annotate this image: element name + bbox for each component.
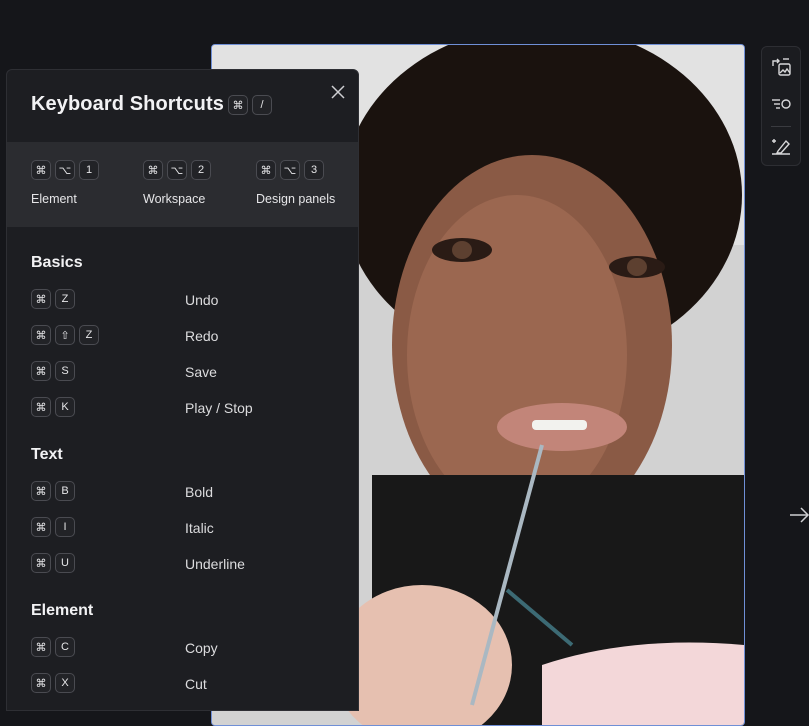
shortcut-row: ⌘ I Italic	[31, 517, 351, 539]
section-title-basics: Basics	[31, 254, 83, 271]
key: ⌥	[280, 160, 300, 180]
close-icon[interactable]	[326, 80, 350, 104]
quick-item-design-panels: ⌘ ⌥ 3 Design panels	[256, 160, 335, 206]
panel-header: Keyboard Shortcuts ⌘ /	[7, 70, 358, 142]
section-title-text: Text	[31, 446, 63, 463]
shortcut-row: ⌘ B Bold	[31, 481, 351, 503]
key: K	[55, 397, 75, 417]
key: ⌥	[167, 160, 187, 180]
quick-label: Design panels	[256, 192, 336, 206]
shortcut-label: Cut	[185, 676, 207, 692]
key: Z	[79, 325, 99, 345]
key: ⌥	[55, 160, 75, 180]
key: Z	[55, 289, 75, 309]
key: 1	[79, 160, 99, 180]
key: S	[55, 361, 75, 381]
title-shortcut-keys: ⌘ /	[228, 95, 272, 115]
key: ⌘	[228, 95, 248, 115]
key: I	[55, 517, 75, 537]
panel-title: Keyboard Shortcuts	[31, 93, 224, 115]
shortcut-row: ⌘ Z Undo	[31, 289, 351, 311]
quick-shortcuts-bar: ⌘ ⌥ 1 Element ⌘ ⌥ 2 Workspace ⌘ ⌥ 3 Desi…	[7, 142, 358, 227]
shortcut-row: ⌘ U Underline	[31, 553, 351, 575]
key: ⌘	[31, 361, 51, 381]
key: ⌘	[31, 517, 51, 537]
section-title-element: Element	[31, 602, 94, 619]
arrow-right-icon[interactable]	[788, 503, 809, 527]
shortcut-label: Undo	[185, 292, 219, 308]
toolbar-divider	[771, 126, 791, 127]
shortcut-label: Italic	[185, 520, 214, 536]
quick-label: Element	[31, 192, 77, 206]
shortcut-row: ⌘ ⇧ Z Redo	[31, 325, 351, 347]
key: ⌘	[31, 553, 51, 573]
key: ⌘	[31, 325, 51, 345]
quick-label: Workspace	[143, 192, 206, 206]
key: /	[252, 95, 272, 115]
quick-item-element: ⌘ ⌥ 1 Element	[31, 160, 99, 206]
key: B	[55, 481, 75, 501]
key: ⇧	[55, 325, 75, 345]
shortcut-label: Underline	[185, 556, 245, 572]
shortcut-row: ⌘ C Copy	[31, 637, 351, 659]
key: 2	[191, 160, 211, 180]
shortcut-row: ⌘ K Play / Stop	[31, 397, 351, 419]
key: ⌘	[31, 481, 51, 501]
shortcut-label: Play / Stop	[185, 400, 253, 416]
key: ⌘	[31, 289, 51, 309]
keyboard-shortcuts-panel: Keyboard Shortcuts ⌘ / ⌘ ⌥ 1 Element ⌘ ⌥…	[6, 69, 359, 711]
align-adjust-icon[interactable]	[767, 91, 795, 117]
key: X	[55, 673, 75, 693]
shortcut-row: ⌘ S Save	[31, 361, 351, 383]
key: U	[55, 553, 75, 573]
context-toolbar	[761, 46, 801, 166]
shortcut-label: Save	[185, 364, 217, 380]
quick-item-workspace: ⌘ ⌥ 2 Workspace	[143, 160, 211, 206]
key: ⌘	[31, 637, 51, 657]
key: ⌘	[31, 673, 51, 693]
key: ⌘	[31, 160, 51, 180]
key: ⌘	[256, 160, 276, 180]
shortcut-label: Redo	[185, 328, 219, 344]
shortcut-label: Bold	[185, 484, 214, 500]
key: ⌘	[31, 397, 51, 417]
key: 3	[304, 160, 324, 180]
magic-erase-icon[interactable]	[767, 133, 795, 159]
key: ⌘	[143, 160, 163, 180]
key: C	[55, 637, 75, 657]
shortcut-label: Copy	[185, 640, 218, 656]
shortcut-row: ⌘ X Cut	[31, 673, 351, 695]
replace-image-icon[interactable]	[767, 55, 795, 81]
